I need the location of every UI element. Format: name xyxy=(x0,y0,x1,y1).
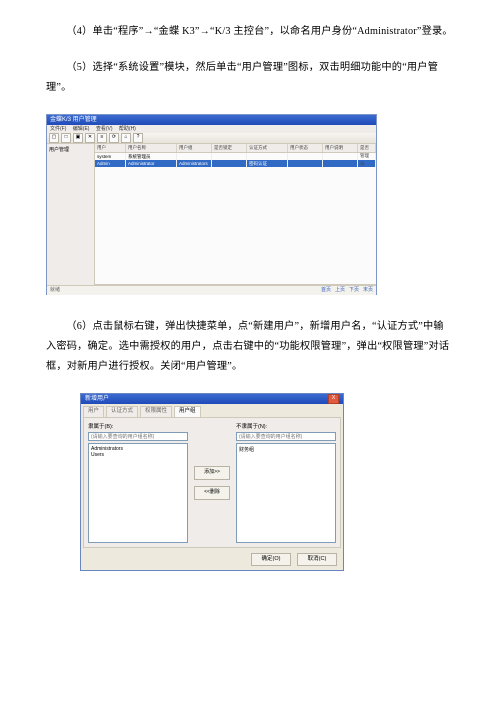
not-belongs-column: 不隶属于(N): 财务组 xyxy=(236,422,336,543)
transfer-buttons: 添加>> <<删除 xyxy=(194,422,230,543)
tool-icon[interactable]: □ xyxy=(61,133,71,143)
tab-auth[interactable]: 认证方式 xyxy=(106,406,138,417)
cell xyxy=(288,153,323,160)
cell xyxy=(358,153,376,160)
menu-file[interactable]: 文件(F) xyxy=(50,126,66,132)
user-grid[interactable]: 用户 用户名称 用户组 是否锁定 认证方式 用户状态 用户说明 是否管理员 sy… xyxy=(95,144,376,285)
pager-prev[interactable]: 上页 xyxy=(335,286,345,295)
cell xyxy=(212,153,247,160)
table-row-selected[interactable]: Admin Administrator Administrators 密码认证 xyxy=(95,160,376,167)
belongs-to-column: 隶属于(B): Administrators Users xyxy=(88,422,188,543)
cell: Admin xyxy=(95,160,126,167)
pager-last[interactable]: 末页 xyxy=(363,286,373,295)
col-admin: 是否管理员 xyxy=(358,144,376,152)
cell xyxy=(323,160,358,167)
cell xyxy=(177,153,212,160)
window-title: 金蝶K/3 用户管理 xyxy=(47,115,376,125)
list-item[interactable]: 财务组 xyxy=(239,446,333,453)
col-auth: 认证方式 xyxy=(247,144,288,152)
nav-tree[interactable]: 用户管理 xyxy=(47,144,95,285)
toolbar: ▢ □ ▣ ✕ ≡ ⟳ ⌂ ? xyxy=(47,133,376,144)
col-lock: 是否锁定 xyxy=(212,144,247,152)
status-text: 就绪 xyxy=(50,286,60,295)
paragraph-6: （6）点击鼠标右键，弹出快捷菜单，点“新建用户”，新增用户名，“认证方式”中输入… xyxy=(46,317,454,377)
user-management-window: 金蝶K/3 用户管理 文件(F) 编辑(E) 查看(V) 帮助(H) ▢ □ ▣… xyxy=(46,114,377,295)
tab-user[interactable]: 用户 xyxy=(83,406,104,417)
not-belongs-label: 不隶属于(N): xyxy=(236,422,336,430)
col-desc: 用户说明 xyxy=(323,144,358,152)
tab-perm[interactable]: 权限属性 xyxy=(140,406,172,417)
cell: Administrator xyxy=(126,160,177,167)
cell xyxy=(288,160,323,167)
cell xyxy=(358,160,376,167)
not-belongs-filter[interactable] xyxy=(236,432,336,441)
new-user-dialog: 新增用户 X 用户 认证方式 权限属性 用户组 隶属于(B): Administ… xyxy=(80,393,344,571)
cell xyxy=(212,160,247,167)
menu-help[interactable]: 帮助(H) xyxy=(119,126,136,132)
paragraph-4: （4）单击“程序”→“金蝶 K3”→“K/3 主控台”，以命名用户身份“Admi… xyxy=(46,22,454,42)
col-user: 用户 xyxy=(95,144,126,152)
col-name: 用户名称 xyxy=(126,144,177,152)
col-group: 用户组 xyxy=(177,144,212,152)
belongs-to-label: 隶属于(B): xyxy=(88,422,188,430)
grid-header: 用户 用户名称 用户组 是否锁定 认证方式 用户状态 用户说明 是否管理员 xyxy=(95,144,376,153)
belongs-to-list[interactable]: Administrators Users xyxy=(88,443,188,543)
menu-edit[interactable]: 编辑(E) xyxy=(73,126,90,132)
cell: system xyxy=(95,153,126,160)
cell xyxy=(247,153,288,160)
tab-group[interactable]: 用户组 xyxy=(174,406,201,417)
close-icon[interactable]: X xyxy=(328,394,339,404)
col-state: 用户状态 xyxy=(288,144,323,152)
not-belongs-list[interactable]: 财务组 xyxy=(236,443,336,543)
remove-button[interactable]: <<删除 xyxy=(194,486,230,500)
tool-icon[interactable]: ✕ xyxy=(85,133,95,143)
pager-first[interactable]: 首页 xyxy=(321,286,331,295)
menu-view[interactable]: 查看(V) xyxy=(96,126,113,132)
belongs-to-filter[interactable] xyxy=(88,432,188,441)
dialog-title: 新增用户 xyxy=(85,394,109,404)
pager-next[interactable]: 下页 xyxy=(349,286,359,295)
tool-icon[interactable]: ? xyxy=(133,133,143,143)
tab-strip: 用户 认证方式 权限属性 用户组 xyxy=(81,404,343,417)
ok-button[interactable]: 确定(O) xyxy=(251,553,291,566)
tool-icon[interactable]: ▢ xyxy=(49,133,59,143)
list-item[interactable]: Users xyxy=(91,452,185,458)
tool-icon[interactable]: ≡ xyxy=(97,133,107,143)
cell xyxy=(323,153,358,160)
tool-icon[interactable]: ▣ xyxy=(73,133,83,143)
status-bar: 就绪 首页 上页 下页 末页 xyxy=(47,285,376,295)
tool-icon[interactable]: ⟳ xyxy=(109,133,119,143)
menubar[interactable]: 文件(F) 编辑(E) 查看(V) 帮助(H) xyxy=(47,125,376,133)
cancel-button[interactable]: 取消(C) xyxy=(297,553,337,566)
cell: 系统管理员 xyxy=(126,153,177,160)
table-row[interactable]: system 系统管理员 xyxy=(95,153,376,160)
add-button[interactable]: 添加>> xyxy=(194,466,230,480)
cell: 密码认证 xyxy=(247,160,288,167)
tool-icon[interactable]: ⌂ xyxy=(121,133,131,143)
tab-panel-group: 隶属于(B): Administrators Users 添加>> <<删除 不… xyxy=(83,417,341,548)
cell: Administrators xyxy=(177,160,212,167)
paragraph-5: （5）选择“系统设置”模块，然后单击“用户管理”图标，双击明细功能中的“用户管理… xyxy=(46,58,460,98)
nav-root-item[interactable]: 用户管理 xyxy=(49,146,92,153)
